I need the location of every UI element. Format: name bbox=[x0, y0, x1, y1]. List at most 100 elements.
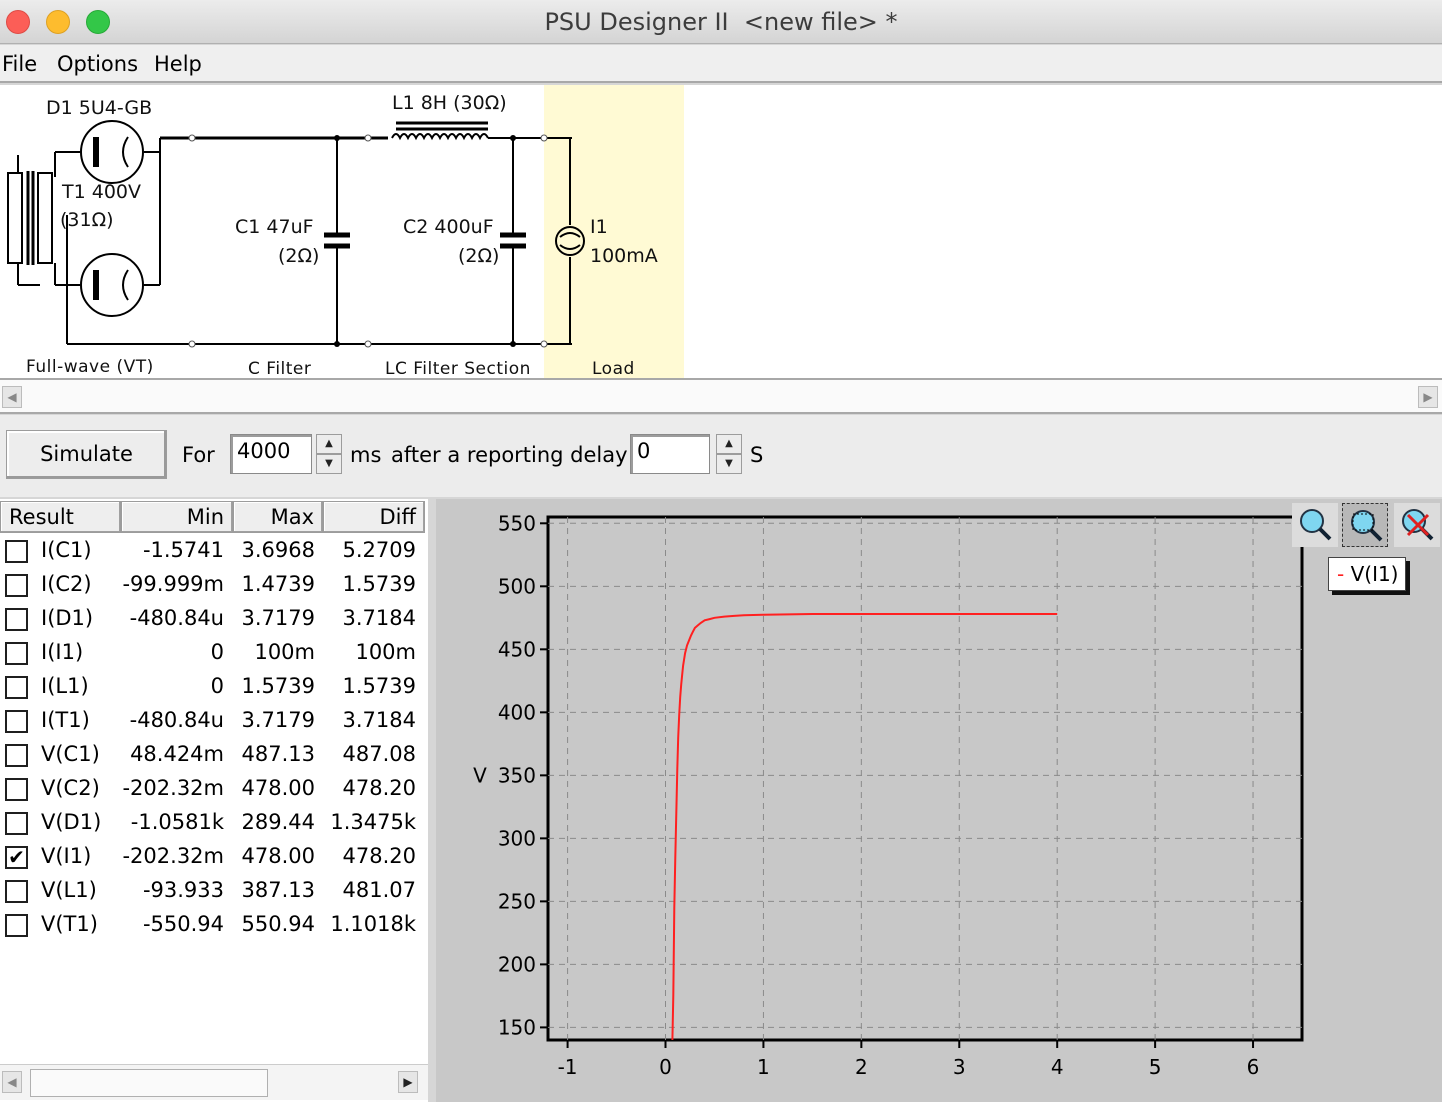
result-max: 3.7179 bbox=[241, 708, 315, 732]
y-tick-label: 150 bbox=[498, 1015, 536, 1039]
y-tick-label: 200 bbox=[498, 952, 536, 976]
result-checkbox[interactable] bbox=[5, 778, 28, 801]
simulate-button[interactable]: Simulate bbox=[6, 430, 167, 479]
section-c-filter[interactable]: C Filter bbox=[248, 359, 311, 379]
legend-swatch: - bbox=[1337, 562, 1351, 586]
zoom-select-icon[interactable] bbox=[1342, 503, 1388, 547]
schematic-scrollbar[interactable]: ◀ ▶ bbox=[0, 378, 1442, 414]
y-tick-label: 300 bbox=[498, 826, 536, 850]
plot-panel: -1 0 1 2 3 4 5 6 150 200 250 300 350 400 450 500 550 V - … bbox=[436, 499, 1442, 1102]
spin-up-icon[interactable]: ▲ bbox=[716, 434, 742, 454]
menu-help[interactable]: Help bbox=[154, 52, 202, 76]
header-result[interactable]: Result bbox=[0, 501, 121, 533]
app-window: PSU Designer II <new file> * File Option… bbox=[0, 0, 1442, 1102]
result-checkbox[interactable] bbox=[5, 744, 28, 767]
delay-input[interactable]: 0 bbox=[630, 434, 710, 474]
spin-up-icon[interactable]: ▲ bbox=[316, 434, 342, 454]
result-diff: 1.1018k bbox=[330, 912, 416, 936]
result-diff: 478.20 bbox=[342, 844, 416, 868]
result-checkbox[interactable] bbox=[5, 608, 28, 631]
result-min: -202.32m bbox=[122, 776, 224, 800]
result-min: -480.84u bbox=[129, 708, 224, 732]
chart-legend[interactable]: - V(I1) bbox=[1328, 557, 1406, 591]
result-diff: 5.2709 bbox=[342, 538, 416, 562]
menu-options[interactable]: Options bbox=[57, 52, 138, 76]
table-row[interactable]: I(C2) -99.999m 1.4739 1.5739 bbox=[0, 569, 428, 603]
delay-spinner[interactable]: ▲ ▼ bbox=[716, 434, 742, 474]
result-checkbox[interactable] bbox=[5, 642, 28, 665]
spin-down-icon[interactable]: ▼ bbox=[316, 454, 342, 474]
header-min[interactable]: Min bbox=[121, 501, 233, 533]
legend-label: V(I1) bbox=[1350, 562, 1399, 586]
result-checkbox[interactable]: ✔ bbox=[5, 846, 28, 869]
x-tick-label: 1 bbox=[757, 1055, 770, 1079]
scroll-right-icon[interactable]: ▶ bbox=[398, 1071, 418, 1093]
result-checkbox[interactable] bbox=[5, 812, 28, 835]
result-max: 1.4739 bbox=[241, 572, 315, 596]
results-scrollbar[interactable]: ◀ ▶ bbox=[0, 1064, 428, 1100]
table-row[interactable]: I(L1) 0 1.5739 1.5739 bbox=[0, 671, 428, 705]
table-row[interactable]: V(D1) -1.0581k 289.44 1.3475k bbox=[0, 807, 428, 841]
header-max[interactable]: Max bbox=[233, 501, 323, 533]
scroll-left-icon[interactable]: ◀ bbox=[2, 1071, 22, 1093]
scroll-left-icon[interactable]: ◀ bbox=[2, 386, 22, 408]
result-diff: 1.3475k bbox=[330, 810, 416, 834]
scrollbar-thumb[interactable] bbox=[30, 1069, 268, 1097]
table-row[interactable]: I(I1) 0 100m 100m bbox=[0, 637, 428, 671]
table-row[interactable]: V(C1) 48.424m 487.13 487.08 bbox=[0, 739, 428, 773]
result-max: 1.5739 bbox=[241, 674, 315, 698]
result-checkbox[interactable] bbox=[5, 710, 28, 733]
duration-input[interactable]: 4000 bbox=[230, 434, 312, 474]
menu-bar: File Options Help bbox=[0, 45, 1442, 83]
table-row[interactable]: I(D1) -480.84u 3.7179 3.7184 bbox=[0, 603, 428, 637]
table-row[interactable]: V(L1) -93.933 387.13 481.07 bbox=[0, 875, 428, 909]
duration-spinner[interactable]: ▲ ▼ bbox=[316, 434, 342, 474]
voltage-chart[interactable]: -1 0 1 2 3 4 5 6 150 200 250 300 350 400 450 500 550 V bbox=[436, 499, 1442, 1102]
result-max: 100m bbox=[254, 640, 315, 664]
result-min: -99.999m bbox=[122, 572, 224, 596]
spin-down-icon[interactable]: ▼ bbox=[716, 454, 742, 474]
result-min: -480.84u bbox=[129, 606, 224, 630]
result-name: V(D1) bbox=[41, 810, 102, 834]
x-tick-label: 3 bbox=[953, 1055, 966, 1079]
result-name: I(D1) bbox=[41, 606, 94, 630]
result-max: 289.44 bbox=[241, 810, 315, 834]
section-fullwave[interactable]: Full-wave (VT) bbox=[26, 357, 154, 377]
result-checkbox[interactable] bbox=[5, 574, 28, 597]
zoom-reset-icon[interactable] bbox=[1394, 503, 1440, 547]
delay-label: after a reporting delay of bbox=[391, 443, 655, 467]
y-tick-label: 550 bbox=[498, 511, 536, 535]
c2-esr: (2Ω) bbox=[458, 245, 500, 267]
zoom-in-icon[interactable] bbox=[1292, 503, 1338, 547]
table-row[interactable]: ✔ V(I1) -202.32m 478.00 478.20 bbox=[0, 841, 428, 875]
result-diff: 478.20 bbox=[342, 776, 416, 800]
result-name: I(C2) bbox=[41, 572, 92, 596]
result-max: 478.00 bbox=[241, 844, 315, 868]
result-diff: 1.5739 bbox=[342, 674, 416, 698]
scroll-right-icon[interactable]: ▶ bbox=[1418, 386, 1438, 408]
schematic-canvas[interactable]: D1 5U4-GB T1 400V (31Ω) L1 8H (30Ω) C1 4… bbox=[0, 85, 1442, 379]
menu-file[interactable]: File bbox=[2, 52, 37, 76]
l1-label: L1 8H (30Ω) bbox=[392, 92, 507, 114]
table-row[interactable]: V(C2) -202.32m 478.00 478.20 bbox=[0, 773, 428, 807]
result-min: 0 bbox=[210, 640, 224, 664]
result-checkbox[interactable] bbox=[5, 914, 28, 937]
table-row[interactable]: V(T1) -550.94 550.94 1.1018k bbox=[0, 909, 428, 943]
section-load[interactable]: Load bbox=[592, 359, 635, 379]
results-header: Result Min Max Diff bbox=[0, 499, 428, 535]
header-diff[interactable]: Diff bbox=[323, 501, 425, 533]
table-row[interactable]: I(T1) -480.84u 3.7179 3.7184 bbox=[0, 705, 428, 739]
y-tick-label: 400 bbox=[498, 700, 536, 724]
seconds-label: S bbox=[750, 443, 764, 467]
result-diff: 3.7184 bbox=[342, 606, 416, 630]
result-name: I(C1) bbox=[41, 538, 92, 562]
result-max: 3.6968 bbox=[241, 538, 315, 562]
result-checkbox[interactable] bbox=[5, 540, 28, 563]
result-checkbox[interactable] bbox=[5, 880, 28, 903]
result-checkbox[interactable] bbox=[5, 676, 28, 699]
result-diff: 487.08 bbox=[342, 742, 416, 766]
table-row[interactable]: I(C1) -1.5741 3.6968 5.2709 bbox=[0, 535, 428, 569]
section-lc-filter[interactable]: LC Filter Section bbox=[385, 359, 531, 379]
result-max: 387.13 bbox=[241, 878, 315, 902]
c2-label: C2 400uF bbox=[403, 216, 494, 238]
